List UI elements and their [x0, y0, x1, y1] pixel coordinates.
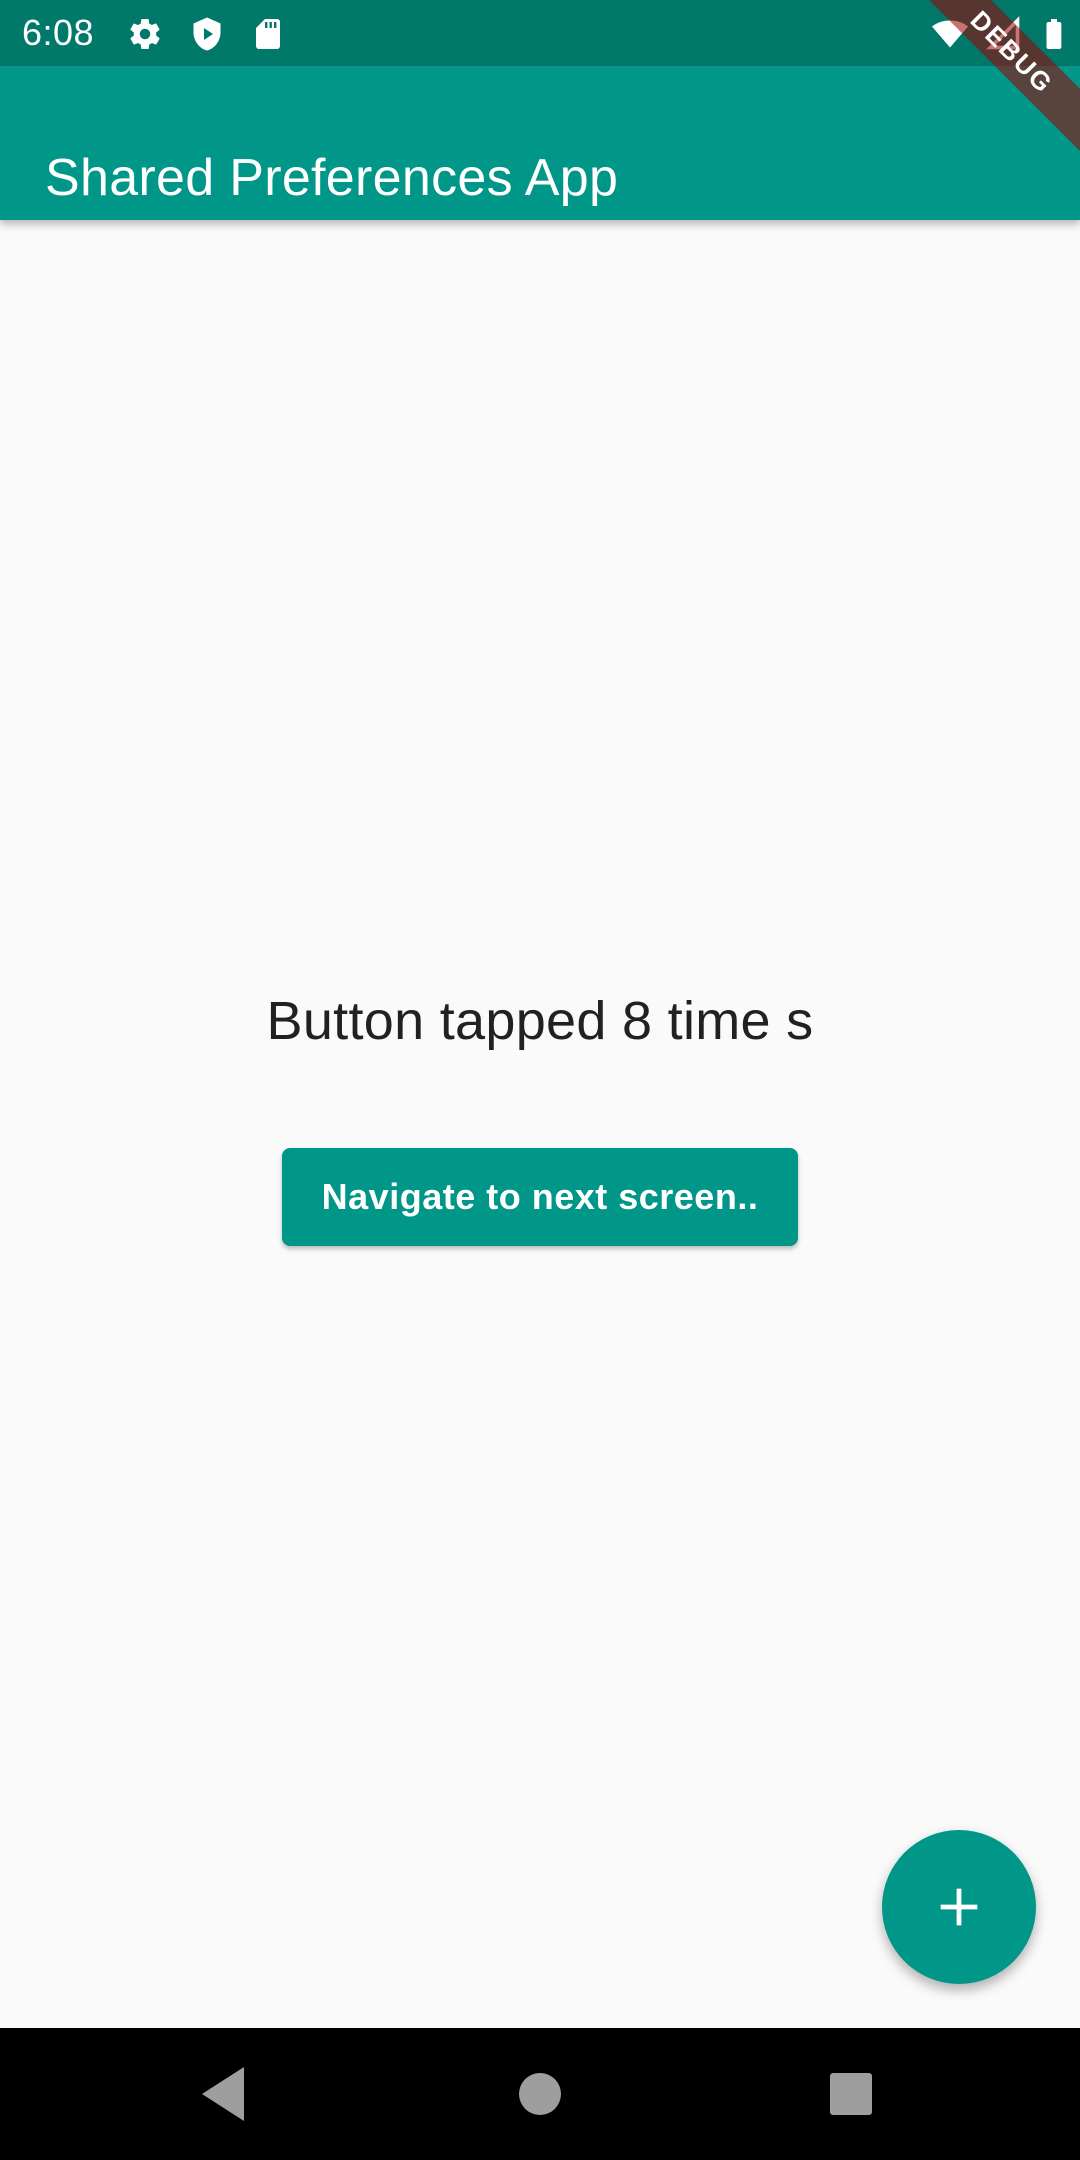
status-bar: 6:08	[0, 0, 1080, 66]
recents-icon[interactable]	[815, 2058, 887, 2130]
home-icon[interactable]	[504, 2058, 576, 2130]
plus-icon	[937, 1885, 981, 1929]
status-time: 6:08	[22, 12, 95, 53]
wifi-icon	[932, 16, 968, 52]
back-icon[interactable]	[190, 2058, 262, 2130]
sd-card-icon	[250, 16, 286, 52]
system-navigation-bar	[0, 2028, 1080, 2160]
cell-signal-icon	[986, 16, 1022, 52]
shield-play-icon	[189, 16, 225, 52]
gear-icon	[127, 16, 163, 52]
increment-fab-button[interactable]	[882, 1830, 1036, 1984]
main-content: Button tapped 8 time s Navigate to next …	[0, 220, 1080, 2028]
counter-text: Button tapped 8 time s	[266, 991, 814, 1051]
battery-icon	[1036, 16, 1072, 52]
navigate-next-button[interactable]: Navigate to next screen..	[282, 1148, 798, 1246]
app-bar: Shared Preferences App	[0, 66, 1080, 220]
app-title: Shared Preferences App	[45, 148, 619, 207]
